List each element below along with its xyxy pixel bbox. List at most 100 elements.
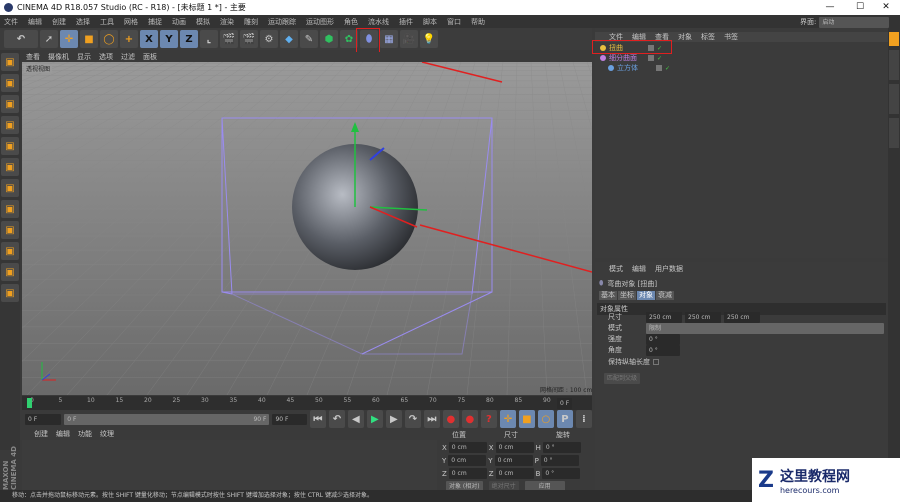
undo-icon[interactable]: ↶: [4, 30, 38, 48]
position-field[interactable]: 0 cm: [448, 455, 487, 466]
solo-icon[interactable]: ▣: [1, 284, 19, 302]
enabled-check-icon[interactable]: ✓: [665, 65, 670, 72]
rotation-field[interactable]: 0 °: [542, 468, 581, 479]
attr-menu-mode[interactable]: 模式: [609, 264, 623, 274]
attr-menu-userdata[interactable]: 用户数据: [655, 264, 683, 274]
fit-to-parent-button[interactable]: 匹配到父级: [604, 373, 640, 384]
object-menu-item[interactable]: 标签: [701, 32, 715, 42]
light-icon[interactable]: 💡: [420, 30, 438, 48]
prev-key-icon[interactable]: ↶: [328, 410, 345, 428]
menu-item[interactable]: 网格: [124, 17, 138, 27]
menu-item[interactable]: 动画: [172, 17, 186, 27]
edges-mode-icon[interactable]: ▣: [1, 137, 19, 155]
rotate-icon[interactable]: ◯: [100, 30, 118, 48]
layout-dropdown[interactable]: 启动: [819, 17, 890, 28]
viewport-menu-item[interactable]: 面板: [143, 52, 157, 62]
x-axis-icon[interactable]: X: [140, 30, 158, 48]
magnet-icon[interactable]: ▣: [1, 242, 19, 260]
rotation-field[interactable]: 0 °: [540, 455, 579, 466]
snap-icon[interactable]: ▣: [1, 221, 19, 239]
polygons-mode-icon[interactable]: ▣: [1, 158, 19, 176]
menu-item[interactable]: 脚本: [423, 17, 437, 27]
z-axis-icon[interactable]: Z: [180, 30, 198, 48]
visibility-toggle-icon[interactable]: [648, 55, 654, 61]
attr-menu-edit[interactable]: 编辑: [632, 264, 646, 274]
strength-field[interactable]: 0 °: [646, 333, 680, 345]
material-manager[interactable]: [22, 440, 437, 490]
render-view-icon[interactable]: 🎬: [220, 30, 238, 48]
menu-item[interactable]: 运动跟踪: [268, 17, 296, 27]
rotation-field[interactable]: 0 °: [542, 442, 581, 453]
go-to-start-icon[interactable]: ⏮: [309, 410, 326, 428]
viewport-menu-item[interactable]: 过滤: [121, 52, 135, 62]
menu-item[interactable]: 帮助: [471, 17, 485, 27]
menu-item[interactable]: 捕捉: [148, 17, 162, 27]
subdivision-icon[interactable]: ⬢: [320, 30, 338, 48]
camera-icon[interactable]: 🎥: [400, 30, 418, 48]
mode-dropdown[interactable]: 限制: [646, 322, 884, 334]
object-row[interactable]: 细分曲面 ✓: [600, 53, 662, 63]
object-menu-item[interactable]: 对象: [678, 32, 692, 42]
keyframe-selection-icon[interactable]: ?: [480, 410, 497, 428]
size-y-field[interactable]: 250 cm: [685, 311, 721, 323]
texture-mode-icon[interactable]: ▣: [1, 74, 19, 92]
takes-tab[interactable]: [889, 50, 899, 80]
model-mode-icon[interactable]: ▣: [1, 53, 19, 71]
size-field[interactable]: 0 cm: [495, 468, 534, 479]
cube-icon[interactable]: ◆: [280, 30, 298, 48]
attr-tab[interactable]: 坐标: [618, 291, 636, 300]
start-frame-field[interactable]: 0 F: [25, 413, 62, 425]
viewport-menu-item[interactable]: 选项: [99, 52, 113, 62]
key-position-icon[interactable]: ✛: [499, 410, 516, 428]
visibility-toggle-icon[interactable]: [656, 65, 662, 71]
key-pla-icon[interactable]: ⁞: [575, 410, 592, 428]
size-field[interactable]: 0 cm: [494, 455, 533, 466]
viewport-menu-item[interactable]: 查看: [26, 52, 40, 62]
frame-range-slider[interactable]: 0 F 90 F: [64, 413, 270, 425]
render-settings-icon[interactable]: ⚙: [260, 30, 278, 48]
position-field[interactable]: 0 cm: [448, 468, 487, 479]
menu-item[interactable]: 编辑: [28, 17, 42, 27]
y-axis-icon[interactable]: Y: [160, 30, 178, 48]
objects-tab[interactable]: [889, 32, 899, 46]
viewport[interactable]: [0, 61, 900, 396]
key-scale-icon[interactable]: ■: [518, 410, 535, 428]
playhead[interactable]: [27, 398, 32, 408]
menu-item[interactable]: 渲染: [220, 17, 234, 27]
attr-tab[interactable]: 对象: [637, 291, 655, 300]
size-field[interactable]: 0 cm: [495, 442, 534, 453]
menu-item[interactable]: 流水线: [368, 17, 389, 27]
record-icon[interactable]: ●: [442, 410, 459, 428]
workplane-icon[interactable]: ▣: [1, 95, 19, 113]
end-frame-field[interactable]: 90 F: [272, 413, 307, 425]
axis-mode-icon[interactable]: ▣: [1, 179, 19, 197]
menu-item[interactable]: 插件: [399, 17, 413, 27]
minimize-button[interactable]: —: [816, 0, 844, 15]
size-z-field[interactable]: 250 cm: [724, 311, 760, 323]
viewport-menu-item[interactable]: 摄像机: [48, 52, 69, 62]
material-menu-item[interactable]: 编辑: [56, 429, 70, 439]
menu-item[interactable]: 选择: [76, 17, 90, 27]
enabled-check-icon[interactable]: ✓: [657, 55, 662, 62]
material-menu-item[interactable]: 纹理: [100, 429, 114, 439]
size-x-field[interactable]: 250 cm: [646, 311, 682, 323]
attr-tab[interactable]: 基本: [599, 291, 617, 300]
angle-field[interactable]: 0 °: [646, 344, 680, 356]
timeline-ruler[interactable]: 051015202530354045505560657075808590: [22, 396, 592, 410]
menu-item[interactable]: 窗口: [447, 17, 461, 27]
select-icon[interactable]: ➚: [40, 30, 58, 48]
add-icon[interactable]: +: [120, 30, 138, 48]
move-icon[interactable]: ✛: [60, 30, 78, 48]
next-frame-icon[interactable]: ▶: [385, 410, 402, 428]
object-name[interactable]: 细分曲面: [609, 53, 645, 63]
tweak-icon[interactable]: ▣: [1, 200, 19, 218]
viewport-menu-item[interactable]: 显示: [77, 52, 91, 62]
layer-icon[interactable]: ▣: [1, 263, 19, 281]
object-menu-item[interactable]: 书签: [724, 32, 738, 42]
go-to-end-icon[interactable]: ⏭: [423, 410, 440, 428]
material-menu-item[interactable]: 功能: [78, 429, 92, 439]
coord-system-icon[interactable]: ⌞: [200, 30, 218, 48]
object-name[interactable]: 立方体: [617, 63, 653, 73]
menu-item[interactable]: 创建: [52, 17, 66, 27]
menu-item[interactable]: 雕刻: [244, 17, 258, 27]
